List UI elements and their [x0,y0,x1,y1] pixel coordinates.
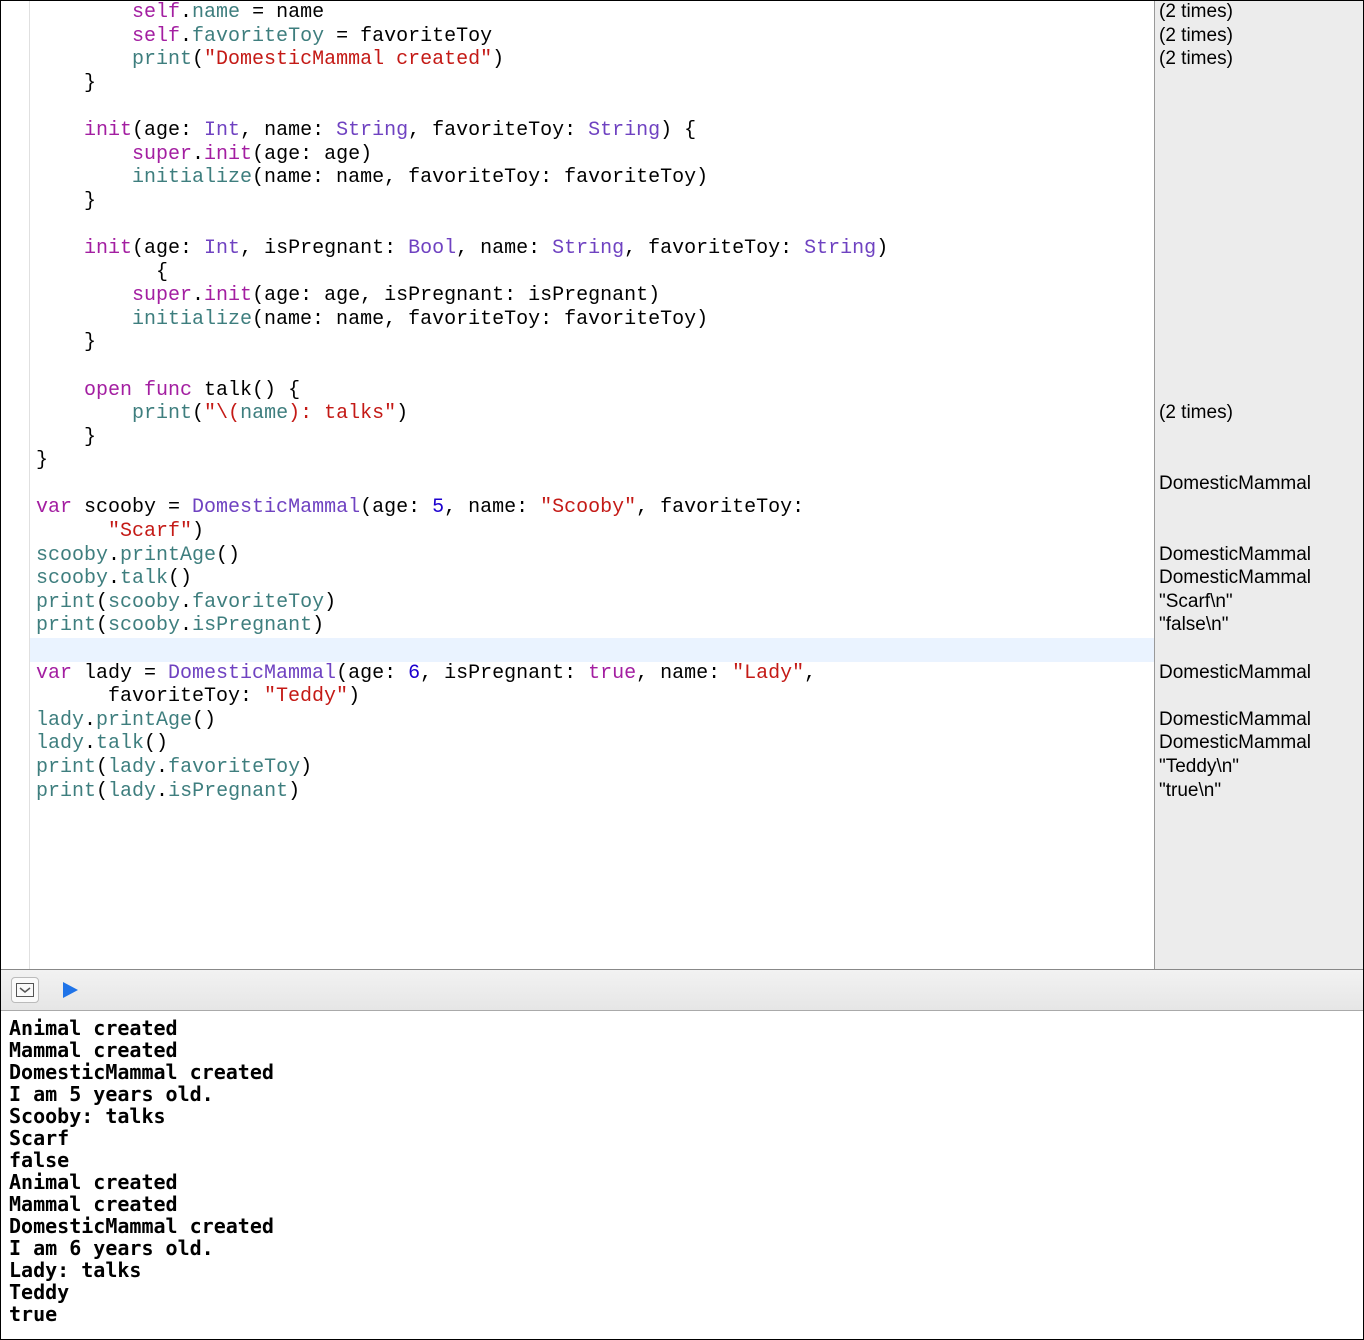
result-line: "true\n" [1159,780,1359,804]
console-line: true [9,1303,1355,1325]
code-line[interactable]: scooby.talk() [30,567,1154,591]
result-line [1159,190,1359,214]
editor-area: self.name = name self.favoriteToy = favo… [1,1,1363,970]
code-line[interactable]: print(scooby.isPregnant) [30,614,1154,638]
console-line: false [9,1149,1355,1171]
run-button[interactable] [57,978,83,1002]
code-line[interactable]: lady.printAge() [30,709,1154,733]
result-line [1159,520,1359,544]
result-line [1159,261,1359,285]
code-editor[interactable]: self.name = name self.favoriteToy = favo… [30,1,1154,969]
toggle-console-button[interactable] [11,977,39,1003]
console-line: Lady: talks [9,1259,1355,1281]
result-line [1159,496,1359,520]
code-line[interactable]: scooby.printAge() [30,544,1154,568]
result-line: "Teddy\n" [1159,756,1359,780]
console-line: Animal created [9,1171,1355,1193]
result-line: (2 times) [1159,48,1359,72]
code-line[interactable]: self.name = name [30,1,1154,25]
code-line[interactable]: print(scooby.favoriteToy) [30,591,1154,615]
result-line [1159,166,1359,190]
playground-window: self.name = name self.favoriteToy = favo… [0,0,1364,1340]
code-line[interactable]: } [30,190,1154,214]
result-line: DomesticMammal [1159,473,1359,497]
code-line[interactable] [30,473,1154,497]
result-line [1159,379,1359,403]
code-line[interactable]: print(lady.isPregnant) [30,780,1154,804]
console-line: Scarf [9,1127,1355,1149]
result-line: (2 times) [1159,402,1359,426]
results-sidebar: (2 times)(2 times)(2 times) (2 times) Do… [1154,1,1363,969]
code-line[interactable]: super.init(age: age, isPregnant: isPregn… [30,284,1154,308]
code-line[interactable]: var lady = DomesticMammal(age: 6, isPreg… [30,662,1154,686]
code-line[interactable]: print(lady.favoriteToy) [30,756,1154,780]
code-line[interactable]: { [30,261,1154,285]
result-line [1159,95,1359,119]
code-line[interactable]: } [30,331,1154,355]
code-line[interactable]: print("\(name): talks") [30,402,1154,426]
result-line [1159,143,1359,167]
code-line[interactable]: init(age: Int, name: String, favoriteToy… [30,119,1154,143]
result-line: DomesticMammal [1159,544,1359,568]
result-line [1159,284,1359,308]
result-line: "Scarf\n" [1159,591,1359,615]
code-line[interactable]: var scooby = DomesticMammal(age: 5, name… [30,496,1154,520]
code-line[interactable]: self.favoriteToy = favoriteToy [30,25,1154,49]
code-line[interactable]: initialize(name: name, favoriteToy: favo… [30,308,1154,332]
result-line: (2 times) [1159,25,1359,49]
code-line[interactable] [30,213,1154,237]
console-line: Scooby: talks [9,1105,1355,1127]
result-line [1159,685,1359,709]
code-line[interactable] [30,355,1154,379]
result-line [1159,72,1359,96]
result-line [1159,426,1359,450]
result-line [1159,638,1359,662]
console-line: Mammal created [9,1193,1355,1215]
result-line [1159,355,1359,379]
result-line [1159,213,1359,237]
console-line: Mammal created [9,1039,1355,1061]
code-line[interactable]: favoriteToy: "Teddy") [30,685,1154,709]
result-line: DomesticMammal [1159,567,1359,591]
console-output[interactable]: Animal createdMammal createdDomesticMamm… [1,1011,1363,1339]
console-line: I am 5 years old. [9,1083,1355,1105]
result-line: DomesticMammal [1159,709,1359,733]
code-line[interactable]: init(age: Int, isPregnant: Bool, name: S… [30,237,1154,261]
code-line[interactable]: super.init(age: age) [30,143,1154,167]
result-line: "false\n" [1159,614,1359,638]
debug-toolbar [1,970,1363,1011]
console-line: Animal created [9,1017,1355,1039]
code-line[interactable]: lady.talk() [30,732,1154,756]
console-line: DomesticMammal created [9,1061,1355,1083]
code-line[interactable]: print("DomesticMammal created") [30,48,1154,72]
code-line[interactable]: } [30,449,1154,473]
code-line[interactable]: "Scarf") [30,520,1154,544]
line-gutter [1,1,30,969]
result-line [1159,331,1359,355]
code-line[interactable] [30,95,1154,119]
result-line: DomesticMammal [1159,662,1359,686]
result-line [1159,308,1359,332]
console-line: Teddy [9,1281,1355,1303]
console-line: I am 6 years old. [9,1237,1355,1259]
code-line[interactable]: } [30,426,1154,450]
code-line[interactable] [30,638,1154,662]
code-line[interactable]: } [30,72,1154,96]
result-line: (2 times) [1159,1,1359,25]
result-line [1159,237,1359,261]
console-line: DomesticMammal created [9,1215,1355,1237]
code-line[interactable]: open func talk() { [30,379,1154,403]
code-line[interactable]: initialize(name: name, favoriteToy: favo… [30,166,1154,190]
result-line [1159,119,1359,143]
result-line: DomesticMammal [1159,732,1359,756]
result-line [1159,449,1359,473]
